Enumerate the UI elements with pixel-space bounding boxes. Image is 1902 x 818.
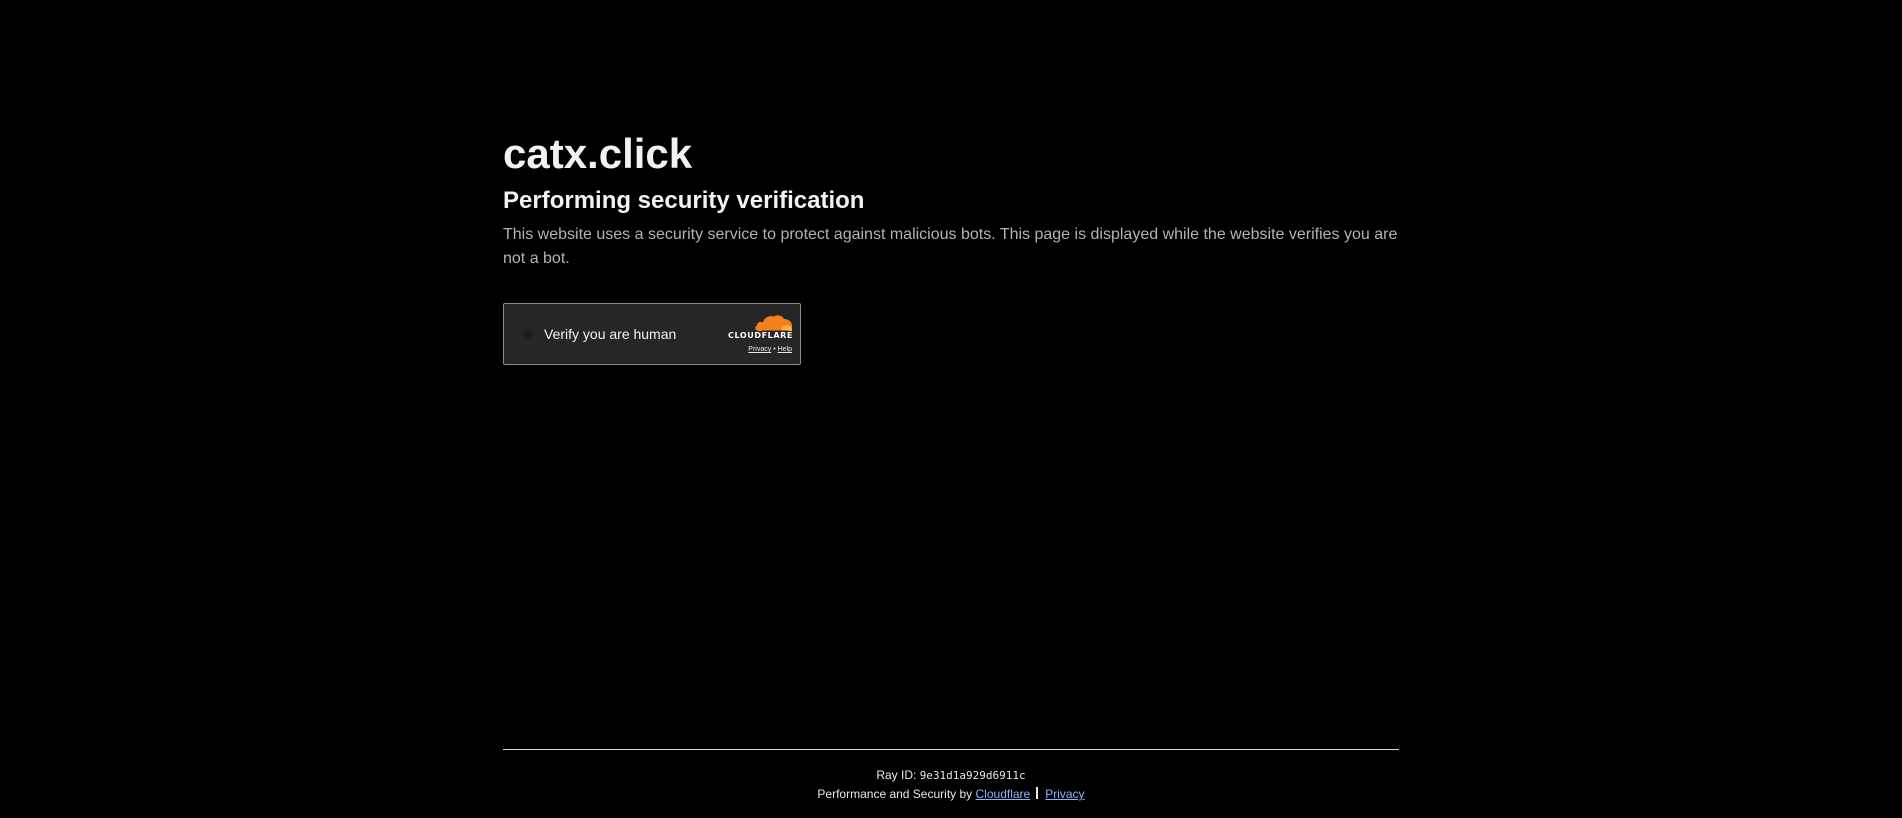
widget-links: Privacy • Help [748, 345, 792, 354]
performance-line: Performance and Security by Cloudflare Pr… [503, 785, 1399, 804]
widget-privacy-link[interactable]: Privacy [748, 346, 771, 353]
verification-heading: Performing security verification [503, 187, 865, 214]
link-separator: • [773, 346, 776, 353]
turnstile-widget[interactable]: Verify you are human CLOUDFLARE Privacy … [503, 303, 801, 365]
ray-id-line: Ray ID: 9e31d1a929d6911c [503, 766, 1399, 785]
ray-id-value: 9e31d1a929d6911c [919, 769, 1026, 782]
verify-human-label[interactable]: Verify you are human [544, 325, 676, 343]
ray-id-label: Ray ID: [876, 768, 917, 782]
site-domain-title: catx.click [503, 130, 693, 177]
performance-text: Performance and Security by [817, 787, 973, 801]
footer-privacy-link[interactable]: Privacy [1045, 787, 1084, 801]
verify-checkbox[interactable] [524, 330, 532, 338]
cloudflare-logo: CLOUDFLARE [717, 314, 793, 340]
cloudflare-cloud-icon [755, 315, 793, 332]
verification-description: This website uses a security service to … [503, 226, 1398, 267]
cloudflare-wordmark: CLOUDFLARE [728, 331, 793, 340]
footer-divider [503, 749, 1399, 750]
widget-help-link[interactable]: Help [778, 346, 792, 353]
footer: Ray ID: 9e31d1a929d6911c Performance and… [503, 766, 1399, 804]
footer-separator [1036, 787, 1039, 799]
cloudflare-link[interactable]: Cloudflare [976, 787, 1031, 801]
